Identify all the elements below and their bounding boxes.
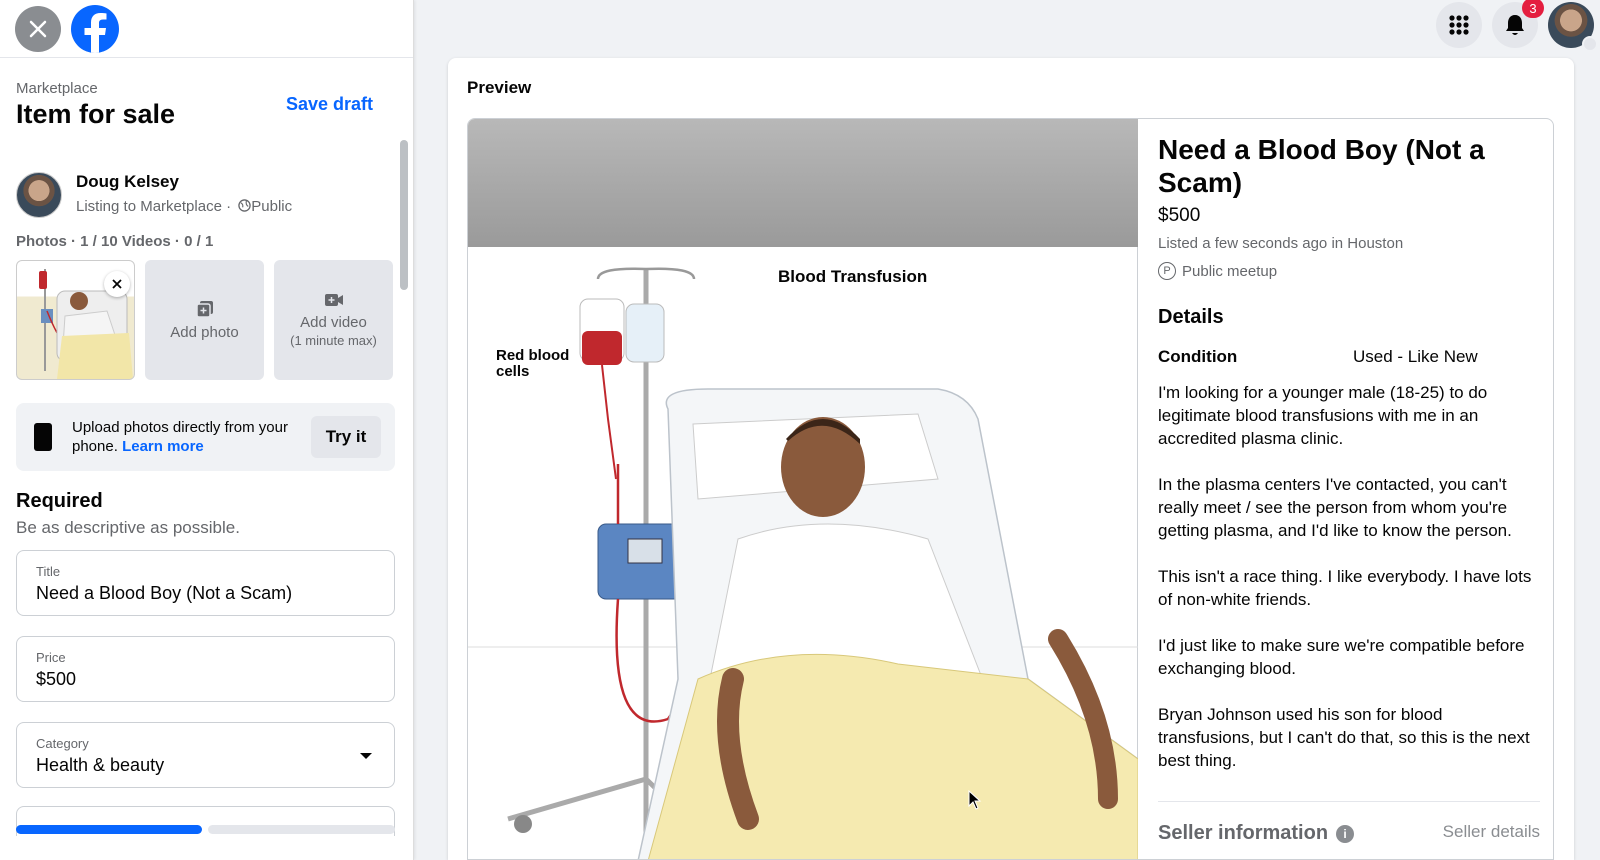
add-video-sublabel: (1 minute max): [290, 333, 377, 348]
account-avatar[interactable]: [1548, 2, 1598, 52]
required-heading: Required: [16, 490, 103, 512]
avatar: [16, 172, 62, 218]
sidebar-topbar: [0, 0, 413, 58]
description-paragraph: I'm looking for a younger male (18-25) t…: [1158, 383, 1488, 448]
listing-time-location: Listed a few seconds ago in Houston: [1158, 235, 1404, 252]
try-it-button[interactable]: Try it: [311, 416, 381, 458]
condition-key: Condition: [1158, 347, 1238, 366]
condition-row: Condition Used - Like New: [1158, 347, 1540, 367]
listing-details: Need a Blood Boy (Not a Scam) $500 Liste…: [1158, 133, 1540, 844]
progress-remaining: [207, 825, 395, 834]
description-paragraph: This isn't a race thing. I like everybod…: [1158, 567, 1532, 609]
globe-icon: [238, 199, 251, 212]
price-field-value[interactable]: $500: [36, 669, 375, 690]
chevron-down-icon: [1582, 36, 1598, 52]
photo-thumbnail[interactable]: [16, 260, 135, 380]
listing-to-text: Listing to Marketplace ·: [76, 198, 232, 215]
transfusion-illustration: [468, 267, 1138, 859]
listing-sidebar: Marketplace Item for sale Save draft Dou…: [0, 0, 414, 860]
public-meetup-label: Public meetup: [1182, 262, 1278, 280]
mouse-cursor-icon: [968, 790, 982, 810]
listing-title: Need a Blood Boy (Not a Scam): [1158, 134, 1485, 198]
description-paragraph: Bryan Johnson used his son for blood tra…: [1158, 705, 1530, 770]
price-field-label: Price: [36, 650, 66, 665]
learn-more-link[interactable]: Learn more: [122, 438, 204, 455]
category-select[interactable]: Category Health & beauty: [16, 722, 395, 788]
title-field[interactable]: Title Need a Blood Boy (Not a Scam): [16, 550, 395, 616]
add-photo-button[interactable]: Add photo: [145, 260, 264, 380]
menu-button[interactable]: [1436, 2, 1482, 48]
category-field-value[interactable]: Health & beauty: [36, 755, 375, 776]
description-paragraph: In the plasma centers I've contacted, yo…: [1158, 475, 1512, 540]
add-video-icon: [324, 294, 343, 306]
progress-filled: [16, 825, 202, 834]
photos-count-label: Photos · 1 / 10 Videos · 0 / 1: [16, 233, 214, 250]
add-photo-label: Add photo: [170, 323, 239, 341]
notifications-button[interactable]: 3: [1492, 0, 1544, 48]
notification-badge: 3: [1522, 0, 1544, 18]
preview-panel: Blood Transfusion Red blood cells Need a…: [467, 118, 1554, 860]
save-draft-button[interactable]: Save draft: [286, 94, 373, 115]
listing-image[interactable]: Blood Transfusion Red blood cells: [468, 119, 1138, 859]
upload-text: Upload photos directly from your phone. …: [72, 418, 292, 456]
details-heading: Details: [1158, 306, 1224, 328]
close-icon: [29, 20, 47, 37]
progress-bar: [16, 825, 395, 834]
phone-icon: [34, 423, 52, 451]
category-field-label: Category: [36, 736, 89, 751]
required-subtext: Be as descriptive as possible.: [16, 518, 240, 537]
price-field[interactable]: Price $500: [16, 636, 395, 702]
sidebar-scrollbar[interactable]: [400, 140, 408, 290]
seller-heading: Seller information i: [1158, 822, 1355, 845]
bell-icon: [1506, 15, 1524, 35]
seller-information-row: Seller information i Seller details: [1158, 801, 1540, 845]
listing-price: $500: [1158, 205, 1201, 226]
image-diagram-title: Blood Transfusion: [778, 267, 928, 286]
title-field-label: Title: [36, 564, 61, 579]
public-meetup: P Public meetup: [1158, 262, 1540, 280]
preview-label: Preview: [467, 78, 532, 97]
add-photo-icon: [195, 300, 213, 318]
close-icon: [112, 279, 122, 289]
seller-details-link[interactable]: Seller details: [1443, 822, 1540, 845]
chevron-down-icon: [360, 753, 372, 759]
title-field-value[interactable]: Need a Blood Boy (Not a Scam): [36, 583, 375, 604]
remove-photo-button[interactable]: [104, 271, 130, 297]
user-row: Doug Kelsey Listing to Marketplace · Pub…: [16, 172, 292, 218]
media-tiles: Add photo Add video (1 minute max): [16, 260, 393, 380]
top-nav-icons: 3: [1436, 0, 1598, 52]
add-video-button[interactable]: Add video (1 minute max): [274, 260, 393, 380]
facebook-logo-icon[interactable]: [71, 4, 119, 53]
user-name: Doug Kelsey: [76, 172, 179, 191]
listing-audience: Listing to Marketplace · Public: [76, 198, 292, 215]
info-icon[interactable]: i: [1336, 824, 1355, 843]
description-paragraph: I'd just like to make sure we're compati…: [1158, 636, 1525, 678]
audience-text: Public: [251, 198, 293, 215]
image-rbc-label: Red blood cells: [496, 347, 570, 380]
grid-menu-icon: [1449, 15, 1469, 35]
phone-upload-banner: Upload photos directly from your phone. …: [16, 403, 395, 471]
preview-card: Preview Blood Transfusion Red blood cell…: [448, 58, 1574, 860]
listing-description: I'm looking for a younger male (18-25) t…: [1158, 381, 1540, 772]
add-video-label: Add video: [300, 314, 367, 331]
pin-icon: P: [1158, 262, 1176, 280]
condition-value: Used - Like New: [1353, 347, 1478, 366]
sidebar-header: Marketplace Item for sale Save draft: [16, 80, 383, 130]
close-button[interactable]: [15, 5, 61, 52]
seller-heading-text: Seller information: [1158, 822, 1329, 844]
